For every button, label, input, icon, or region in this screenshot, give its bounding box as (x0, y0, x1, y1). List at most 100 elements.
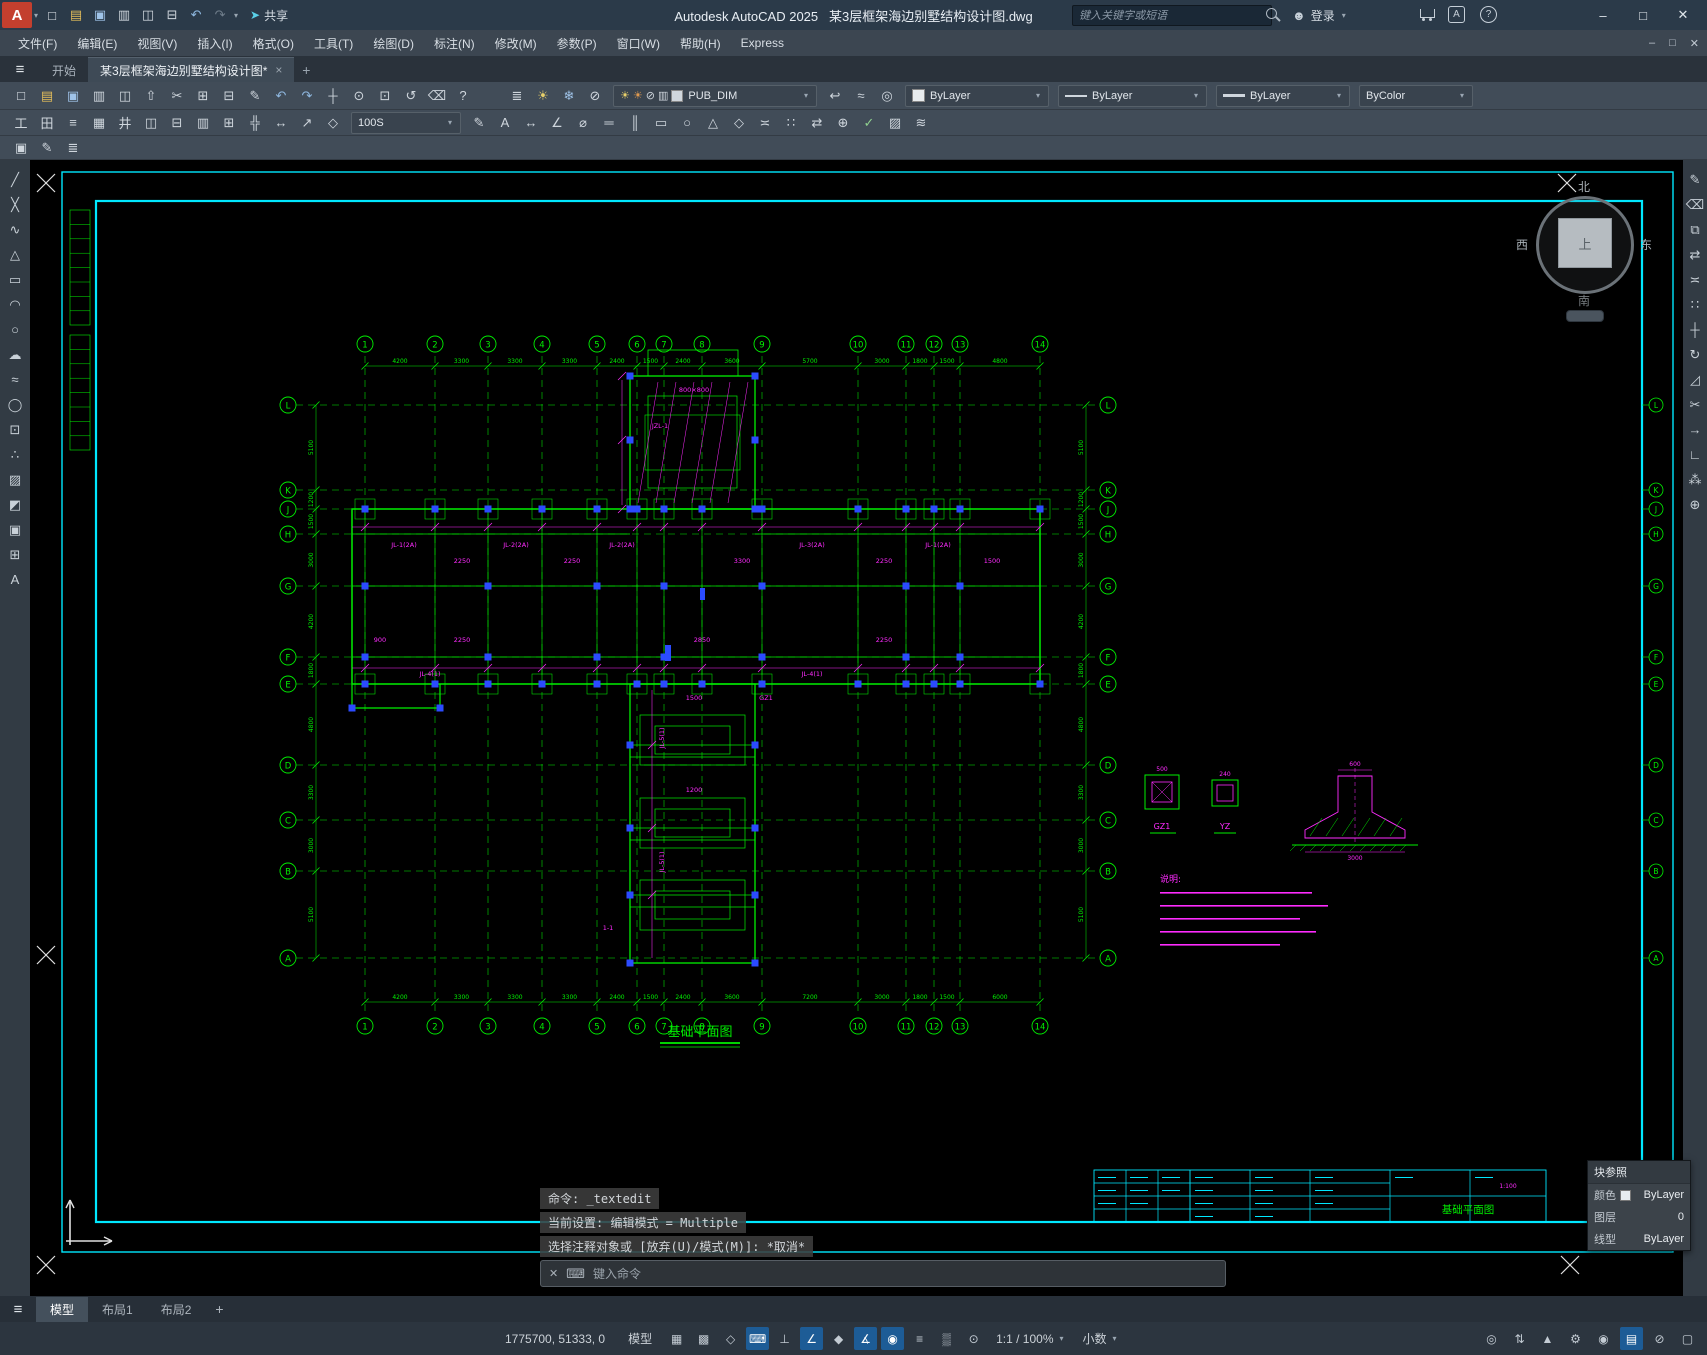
quick-properties-icon[interactable]: ▤ (1620, 1327, 1643, 1350)
table-tool-icon[interactable]: ⊞ (216, 111, 242, 135)
rectangle-icon[interactable]: ▭ (648, 111, 674, 135)
tab-drawing[interactable]: 某3层框架海边别墅结构设计图* × (88, 57, 295, 82)
layer-plot-icon[interactable]: ▥ (658, 89, 668, 102)
menu-item[interactable]: 窗口(W) (607, 30, 670, 56)
plot-preview-icon[interactable]: ◫ (112, 84, 138, 108)
elevation-tool-icon[interactable]: ⊟ (164, 111, 190, 135)
command-input-bar[interactable]: ✕ ⌨ 键入命令 (540, 1260, 1226, 1287)
layer-color-chip[interactable] (671, 89, 684, 102)
menu-item[interactable]: 文件(F) (8, 30, 67, 56)
viewcube-east-label[interactable]: 东 (1640, 236, 1652, 253)
layout-menu-icon[interactable]: ≡ (0, 1301, 36, 1318)
zoom-realtime-icon[interactable]: ⊙ (346, 84, 372, 108)
menu-item[interactable]: 插入(I) (187, 30, 242, 56)
layout-tab-2[interactable]: 布局1 (88, 1297, 147, 1322)
linetype-dropdown[interactable]: ByLayer ▾ (1058, 84, 1207, 107)
move-tool-icon[interactable]: ┼ (1684, 318, 1706, 341)
new-icon[interactable]: □ (40, 3, 64, 27)
offset-tool-icon[interactable]: ≍ (1684, 268, 1706, 291)
grid-tool-icon[interactable]: 井 (112, 111, 138, 135)
notes-block[interactable]: 说明: (1160, 873, 1328, 946)
share-button[interactable]: ➤ 共享 (250, 7, 288, 24)
layout-tab-1[interactable]: 模型 (36, 1296, 89, 1322)
polar-tracking-icon[interactable]: ∠ (800, 1327, 824, 1350)
layout-tab-3[interactable]: 布局2 (147, 1297, 206, 1322)
save-icon[interactable]: ▣ (88, 3, 112, 27)
tab-start[interactable]: 开始 (40, 58, 88, 82)
open-icon[interactable]: ▤ (34, 84, 60, 108)
layer-dropdown[interactable]: ☀ ☀ ⊘ ▥ PUB_DIM ▾ (613, 84, 817, 107)
text-icon[interactable]: A (492, 111, 518, 135)
ellipse-tool-icon[interactable]: ◯ (4, 393, 26, 416)
open-from-web-icon[interactable]: ▥ (112, 3, 136, 27)
list-icon[interactable]: ≣ (60, 136, 86, 160)
leader-icon[interactable]: ↗ (294, 111, 320, 135)
edit-icon[interactable]: ✎ (34, 136, 60, 160)
lineweight-icon[interactable]: ≡ (908, 1327, 931, 1350)
diamond-icon[interactable]: ◇ (726, 111, 752, 135)
close-tab-icon[interactable]: × (275, 63, 282, 77)
layer-bulb-icon[interactable]: ☀ (620, 89, 630, 102)
join-tool-icon[interactable]: ⊕ (1684, 493, 1706, 516)
menu-item[interactable]: Express (731, 30, 794, 56)
quick-properties-row[interactable]: 颜色 ByLayer (1588, 1184, 1690, 1206)
line-tool-icon[interactable]: ╱ (4, 168, 26, 191)
rectangle-tool-icon[interactable]: ▭ (4, 268, 26, 291)
navigation-bar-handle[interactable] (1566, 310, 1604, 322)
extend-tool-icon[interactable]: → (1684, 418, 1706, 441)
paste-icon[interactable]: ⊟ (216, 84, 242, 108)
xline-tool-icon[interactable]: ╳ (4, 193, 26, 216)
annotation-monitor-icon[interactable]: ◉ (1592, 1327, 1615, 1350)
annotation-scale-icon[interactable]: ▲ (1536, 1327, 1559, 1350)
dim-angular-icon[interactable]: ∠ (544, 111, 570, 135)
erase-tool-icon[interactable]: ⌫ (1684, 193, 1706, 216)
circle-tool-icon[interactable]: ○ (4, 318, 26, 341)
zoom-window-icon[interactable]: ⊡ (372, 84, 398, 108)
copy-tool-icon[interactable]: ⧉ (1684, 218, 1706, 241)
object-snap-tracking-icon[interactable]: ∡ (854, 1327, 878, 1350)
detail-drawings[interactable]: 500 GZ1 240 YZ 600 3000 (1144, 761, 1418, 862)
menu-item[interactable]: 编辑(E) (67, 30, 127, 56)
save-icon[interactable]: ▣ (60, 84, 86, 108)
menu-item[interactable]: 工具(T) (304, 30, 363, 56)
plot-icon[interactable]: ⊟ (160, 3, 184, 27)
menu-item[interactable]: 格式(O) (243, 30, 304, 56)
snap-icon[interactable]: ▩ (692, 1327, 715, 1350)
transparency-icon[interactable]: ▒ (935, 1327, 958, 1350)
menu-item[interactable]: 参数(P) (547, 30, 607, 56)
redo-icon[interactable]: ↷ (208, 3, 232, 27)
autocad-logo[interactable]: A (2, 2, 32, 28)
insert-block-tool-icon[interactable]: ⊡ (4, 418, 26, 441)
spline-tool-icon[interactable]: ≈ (4, 368, 26, 391)
viewcube-top-face[interactable]: 上 (1558, 218, 1612, 268)
pan-icon[interactable]: ┼ (320, 84, 346, 108)
layer-isolate-icon[interactable]: ◎ (874, 84, 900, 108)
cut-icon[interactable]: ✂ (164, 84, 190, 108)
multiline-icon[interactable]: ║ (622, 111, 648, 135)
columns[interactable] (348, 372, 1044, 967)
zoom-previous-icon[interactable]: ↺ (398, 84, 424, 108)
explode-tool-icon[interactable]: ⁂ (1684, 468, 1706, 491)
edit-text-icon[interactable]: ✎ (466, 111, 492, 135)
search-icon[interactable] (1266, 8, 1277, 19)
swap-icon[interactable]: ⇄ (804, 111, 830, 135)
viewport-icon[interactable]: ▣ (8, 136, 34, 160)
text-tool-icon[interactable]: A (4, 568, 26, 591)
trim-tool-icon[interactable]: ✂ (1684, 393, 1706, 416)
layer-previous-icon[interactable]: ↩ (822, 84, 848, 108)
isodraft-icon[interactable]: ◆ (827, 1327, 850, 1350)
match-properties-icon[interactable]: ✎ (242, 84, 268, 108)
publish-icon[interactable]: ⇧ (138, 84, 164, 108)
check-icon[interactable]: ✓ (856, 111, 882, 135)
erase-icon[interactable]: ⌫ (424, 84, 450, 108)
section-tool-icon[interactable]: ◫ (138, 111, 164, 135)
infer-constraints-icon[interactable]: ◇ (719, 1327, 742, 1350)
property-value[interactable]: ByLayer (1644, 1233, 1684, 1245)
copy-icon[interactable]: ⊞ (190, 84, 216, 108)
dim-linear-icon[interactable]: ↔ (518, 111, 544, 135)
double-line-icon[interactable]: ═ (596, 111, 622, 135)
menu-hamburger-icon[interactable]: ≡ (0, 56, 40, 82)
drawing-canvas[interactable]: ╱ ╳ ∿ △ ▭ ◠ ○ ☁ ≈ ◯ ⊡ ∴ ▨ ◩ ▣ ⊞ A 1 1 2 2 3 3 4 4 5 5 6 6 7 7 8 8 9 9 10 10… (0, 160, 1707, 1304)
column-tool-icon[interactable]: 田 (34, 111, 60, 135)
property-value[interactable]: 0 (1678, 1211, 1684, 1223)
